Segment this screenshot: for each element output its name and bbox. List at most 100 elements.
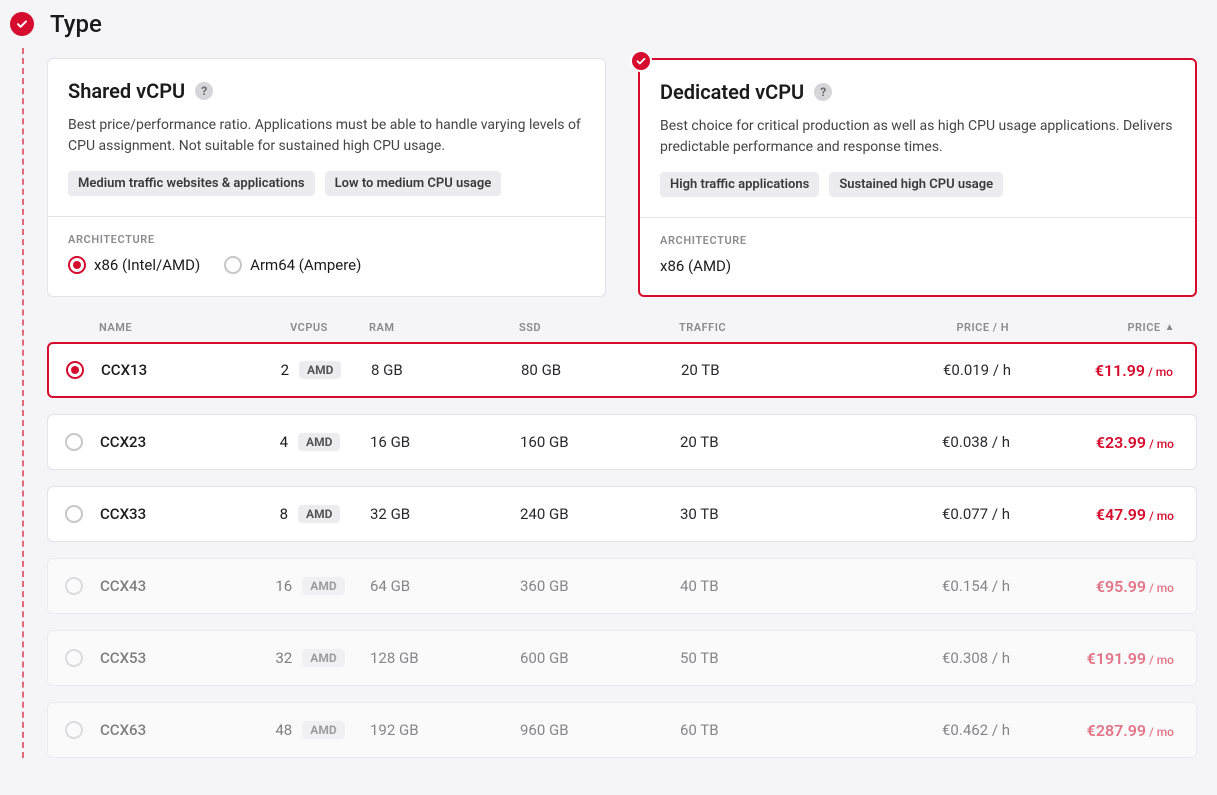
th-vcpus[interactable]: VCPUS [249,321,369,334]
plan-price-suffix: / mo [1149,725,1174,739]
plan-price-suffix: / mo [1149,653,1174,667]
table-header: NAME VCPUS RAM SSD TRAFFIC PRICE / H PRI… [47,307,1197,342]
plan-traffic: 40 TB [680,577,840,595]
plan-vcpu-count: 8 [280,505,288,523]
plan-row[interactable]: CCX33 8 AMD 32 GB 240 GB 30 TB €0.077 / … [47,486,1197,542]
plan-price: €23.99/ mo [1010,433,1196,452]
plan-name: CCX53 [100,649,250,667]
plan-ram: 128 GB [370,649,520,667]
plan-radio[interactable] [48,649,100,667]
plan-traffic: 50 TB [680,649,840,667]
plan-vcpus: 16 AMD [250,577,370,595]
plan-price-value: €287.99 [1087,721,1146,740]
plan-vcpu-count: 2 [281,361,289,379]
plan-price-value: €23.99 [1096,433,1146,452]
plan-vcpus: 4 AMD [250,433,370,451]
plan-row[interactable]: CCX63 48 AMD 192 GB 960 GB 60 TB €0.462 … [47,702,1197,758]
plan-vcpus: 32 AMD [250,649,370,667]
plan-ram: 8 GB [371,361,521,379]
plan-ssd: 960 GB [520,721,680,739]
th-price-label: PRICE [1127,321,1160,334]
plan-price-suffix: / mo [1148,365,1173,379]
plan-traffic: 30 TB [680,505,840,523]
plan-radio[interactable] [48,721,100,739]
arch-option-label: x86 (Intel/AMD) [94,256,200,274]
plan-radio[interactable] [49,361,101,379]
plan-price-suffix: / mo [1149,581,1174,595]
plan-price: €11.99/ mo [1011,361,1195,380]
plan-vcpus: 48 AMD [250,721,370,739]
plan-name: CCX23 [100,433,250,451]
plan-radio[interactable] [48,505,100,523]
vendor-badge: AMD [302,577,344,595]
plan-name: CCX43 [100,577,250,595]
radio-icon [65,505,83,523]
vendor-badge: AMD [298,505,340,523]
th-traffic[interactable]: TRAFFIC [679,321,839,334]
card-description: Best choice for critical production as w… [660,116,1175,158]
plan-row[interactable]: CCX53 32 AMD 128 GB 600 GB 50 TB €0.308 … [47,630,1197,686]
plan-ram: 192 GB [370,721,520,739]
vendor-badge: AMD [298,433,340,451]
radio-icon [65,433,83,451]
radio-icon [65,721,83,739]
plan-price: €191.99/ mo [1010,649,1196,668]
arch-option-arm64[interactable]: Arm64 (Ampere) [224,256,361,274]
tag: High traffic applications [660,172,819,197]
help-icon[interactable]: ? [195,82,213,100]
plan-traffic: 20 TB [680,433,840,451]
architecture-label: ARCHITECTURE [68,233,585,246]
arch-option-label: Arm64 (Ampere) [250,256,361,274]
plan-traffic: 20 TB [681,361,841,379]
plan-radio[interactable] [48,577,100,595]
vendor-badge: AMD [302,721,344,739]
th-ram[interactable]: RAM [369,321,519,334]
plan-ram: 32 GB [370,505,520,523]
plan-price-hourly: €0.019 / h [841,361,1011,379]
tag-row: High traffic applications Sustained high… [660,172,1175,197]
architecture-value: x86 (AMD) [660,257,1175,275]
plan-vcpu-count: 4 [280,433,288,451]
plan-price-hourly: €0.462 / h [840,721,1010,739]
radio-icon [66,361,84,379]
plan-row[interactable]: CCX13 2 AMD 8 GB 80 GB 20 TB €0.019 / h … [47,342,1197,398]
vendor-badge: AMD [302,649,344,667]
plan-radio[interactable] [48,433,100,451]
plan-price-value: €47.99 [1096,505,1146,524]
plan-price-value: €11.99 [1095,361,1145,380]
th-ssd[interactable]: SSD [519,321,679,334]
card-shared-vcpu[interactable]: Shared vCPU ? Best price/performance rat… [47,58,606,297]
th-price-hourly[interactable]: PRICE / H [839,321,1009,334]
card-title: Shared vCPU [68,79,185,103]
plan-name: CCX33 [100,505,250,523]
th-price[interactable]: PRICE ▲ [1009,321,1197,334]
vendor-badge: AMD [299,361,341,379]
th-name[interactable]: NAME [99,321,249,334]
plan-row[interactable]: CCX23 4 AMD 16 GB 160 GB 20 TB €0.038 / … [47,414,1197,470]
card-selected-check-icon [630,50,652,72]
plan-price-suffix: / mo [1149,509,1174,523]
architecture-label: ARCHITECTURE [660,234,1175,247]
radio-icon [65,649,83,667]
plan-vcpus: 2 AMD [251,361,371,379]
plan-ssd: 600 GB [520,649,680,667]
plan-ssd: 240 GB [520,505,680,523]
arch-option-x86[interactable]: x86 (Intel/AMD) [68,256,200,274]
plan-vcpus: 8 AMD [250,505,370,523]
plan-row[interactable]: CCX43 16 AMD 64 GB 360 GB 40 TB €0.154 /… [47,558,1197,614]
plan-ssd: 160 GB [520,433,680,451]
tag: Medium traffic websites & applications [68,171,315,196]
plan-vcpu-count: 48 [275,721,292,739]
plan-vcpu-count: 16 [275,577,292,595]
plan-price-suffix: / mo [1149,437,1174,451]
plan-price: €95.99/ mo [1010,577,1196,596]
plan-price: €287.99/ mo [1010,721,1196,740]
section-title: Type [50,10,102,38]
plan-vcpu-count: 32 [275,649,292,667]
plan-ram: 16 GB [370,433,520,451]
plan-price-hourly: €0.077 / h [840,505,1010,523]
tag: Low to medium CPU usage [325,171,502,196]
section-header: Type [10,10,1197,38]
help-icon[interactable]: ? [814,83,832,101]
card-dedicated-vcpu[interactable]: Dedicated vCPU ? Best choice for critica… [638,58,1197,297]
